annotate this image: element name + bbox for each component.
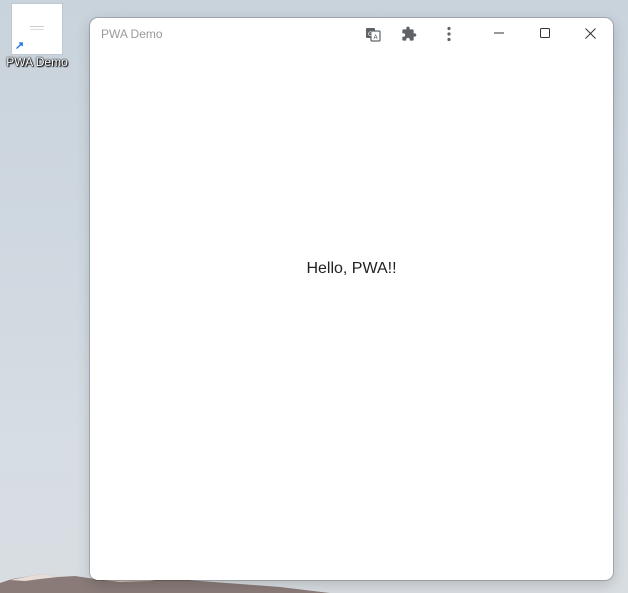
maximize-icon (540, 28, 550, 38)
minimize-button[interactable] (476, 18, 522, 48)
extensions-icon (402, 26, 417, 41)
more-menu-button[interactable] (435, 22, 463, 46)
extensions-button[interactable] (395, 22, 423, 46)
translate-button[interactable]: G A (359, 22, 387, 46)
window-titlebar[interactable]: PWA Demo G A (90, 18, 613, 50)
desktop-shortcut-label: PWA Demo (6, 55, 68, 69)
page-heading: Hello, PWA!! (306, 260, 397, 277)
close-button[interactable] (567, 18, 613, 48)
thumbnail-preview (30, 26, 44, 27)
translate-icon: G A (366, 28, 381, 42)
close-icon (584, 27, 596, 39)
app-window: PWA Demo G A Hello, PWA!! (90, 18, 613, 580)
app-shortcut-icon: ↗ (12, 4, 62, 54)
shortcut-arrow-icon: ↗ (13, 40, 26, 53)
window-title: PWA Demo (101, 27, 163, 41)
desktop-shortcut-pwa-demo[interactable]: ↗ PWA Demo (2, 4, 72, 74)
more-menu-icon (447, 26, 451, 42)
svg-text:G: G (368, 31, 373, 38)
maximize-button[interactable] (522, 18, 568, 48)
minimize-icon (494, 32, 504, 34)
